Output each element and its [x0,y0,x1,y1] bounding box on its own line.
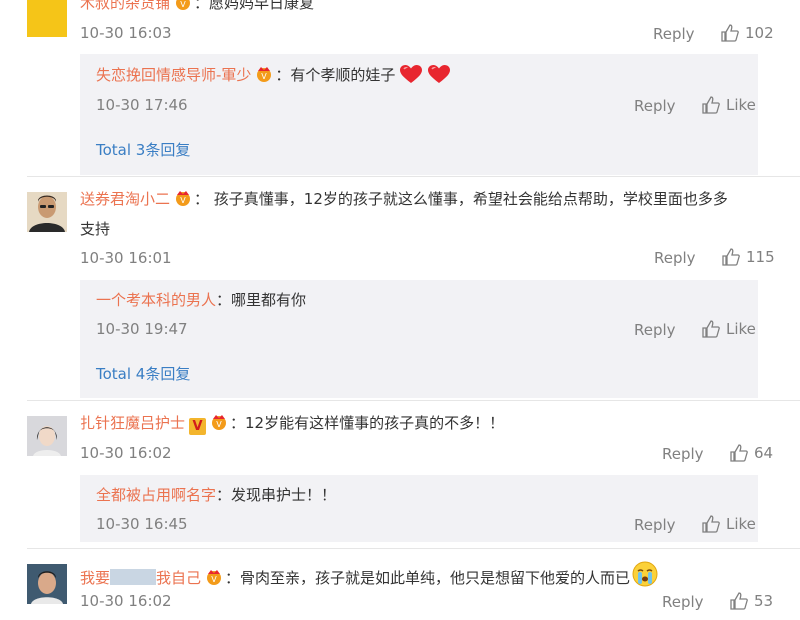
avatar[interactable] [27,564,67,604]
avatar[interactable] [27,192,67,232]
comment-3-text-line: 扎针狂魔吕护士 V V ：12岁能有这样懂事的孩子真的不多！！ [80,412,504,437]
thumbs-up-icon [721,24,739,42]
svg-text:V: V [180,0,186,9]
reply-1-reply-button[interactable]: Reply [634,96,676,116]
thumbs-up-icon [730,592,748,610]
comment-1-username[interactable]: 木叔的杂货铺 [80,0,170,12]
reply-3-timestamp: 10-30 16:45 [96,515,188,533]
crying-face-emoji-icon [632,561,658,593]
thumbs-up-icon [702,515,720,533]
crown-badge-icon: V [172,189,194,213]
reply-3-content: ：发现串护士！！ [216,486,337,504]
crown-badge-icon: V [253,65,275,89]
comment-4-username[interactable]: 我要 我自己 [80,569,201,587]
divider [27,400,800,401]
reply-2-like-button[interactable]: Like [702,319,756,339]
svg-text:V: V [262,72,268,81]
heart-emoji-icon [399,64,423,90]
comment-4-timestamp: 10-30 16:02 [80,592,172,610]
reply-1-like-label: Like [726,96,756,114]
thumbs-up-icon [702,96,720,114]
comment-2-username[interactable]: 送券君淘小二 [80,190,170,208]
reply-2-like-label: Like [726,320,756,338]
comment-2-content-cont: 支持 [80,220,111,238]
reply-2-text-line: 一个考本科的男人：哪里都有你 [96,289,306,311]
comment-2-like-button[interactable]: 115 [722,247,775,267]
avatar[interactable] [27,0,67,37]
reply-2-content: ：哪里都有你 [216,291,307,309]
divider [27,176,800,177]
reply-1-username[interactable]: 失恋挽回情感导师-軍少 [96,66,251,84]
comment-3-like-button[interactable]: 64 [730,443,773,463]
comment-2-like-count: 115 [746,248,775,266]
comment-1-like-count: 102 [745,24,774,42]
comment-1-reply-button[interactable]: Reply [653,24,695,44]
svg-text:V: V [180,196,186,205]
comment-1-total-replies-link[interactable]: Total 3条回复 [96,140,190,160]
crown-badge-icon: V [203,568,225,592]
crown-badge-icon: V [208,413,230,437]
comment-4-like-button[interactable]: 53 [730,591,773,611]
comment-1-timestamp: 10-30 16:03 [80,24,172,42]
comment-2-total-replies-link[interactable]: Total 4条回复 [96,364,190,384]
divider [27,548,800,549]
reply-3-text-line: 全都被占用啊名字：发现串护士！！ [96,484,336,506]
thumbs-up-icon [722,248,740,266]
comment-4-reply-button[interactable]: Reply [662,592,704,612]
svg-text:V: V [216,420,222,429]
reply-1-like-button[interactable]: Like [702,95,756,115]
reply-1-text-line: 失恋挽回情感导师-軍少 V ：有个孝顺的娃子 [96,64,451,90]
comment-2-reply-button[interactable]: Reply [654,248,696,268]
comment-4-text-line: 我要 我自己 V ：骨肉至亲，孩子就是如此单纯，他只是想留下他爱的人而已 [80,561,658,593]
avatar[interactable] [27,416,67,456]
thumbs-up-icon [730,444,748,462]
comment-3-content: ：12岁能有这样懂事的孩子真的不多！！ [230,414,505,432]
reply-1-timestamp: 10-30 17:46 [96,96,188,114]
svg-text:V: V [211,575,217,584]
comment-4-username-part-a: 我要 [80,569,111,587]
reply-3-like-label: Like [726,515,756,533]
comment-2-timestamp: 10-30 16:01 [80,249,172,267]
comment-2-text-line: 送券君淘小二 V ： 孩子真懂事，12岁的孩子就这么懂事，希望社会能给点帮助，学校里… [80,188,728,213]
reply-1-content: ：有个孝顺的娃子 [275,66,396,84]
comment-1-content: ：愿妈妈早日康复 [194,0,315,12]
comment-3-username[interactable]: 扎针狂魔吕护士 [80,414,185,432]
reply-3-reply-button[interactable]: Reply [634,515,676,535]
blurred-username-segment [110,569,157,585]
comment-3-like-count: 64 [754,444,774,462]
comment-1-like-button[interactable]: 102 [721,23,774,43]
reply-3-like-button[interactable]: Like [702,514,756,534]
comment-3-reply-button[interactable]: Reply [662,444,704,464]
comment-4-like-count: 53 [754,592,774,610]
comment-2-content: ： 孩子真懂事，12岁的孩子就这么懂事，希望社会能给点帮助，学校里面也多多 [194,190,728,208]
verified-v-badge: V [189,418,207,435]
comment-3-timestamp: 10-30 16:02 [80,444,172,462]
thumbs-up-icon [702,320,720,338]
comment-1-text-line: 木叔的杂货铺 V ：愿妈妈早日康复 [80,0,314,17]
reply-3-username[interactable]: 全都被占用啊名字 [96,486,216,504]
heart-emoji-icon [427,64,451,90]
reply-2-username[interactable]: 一个考本科的男人 [96,291,216,309]
crown-badge-icon: V [172,0,194,17]
reply-2-reply-button[interactable]: Reply [634,320,676,340]
comment-4-content: ：骨肉至亲，孩子就是如此单纯，他只是想留下他爱的人而已 [225,569,631,587]
comment-4-username-part-b: 我自己 [156,569,202,587]
reply-2-timestamp: 10-30 19:47 [96,320,188,338]
